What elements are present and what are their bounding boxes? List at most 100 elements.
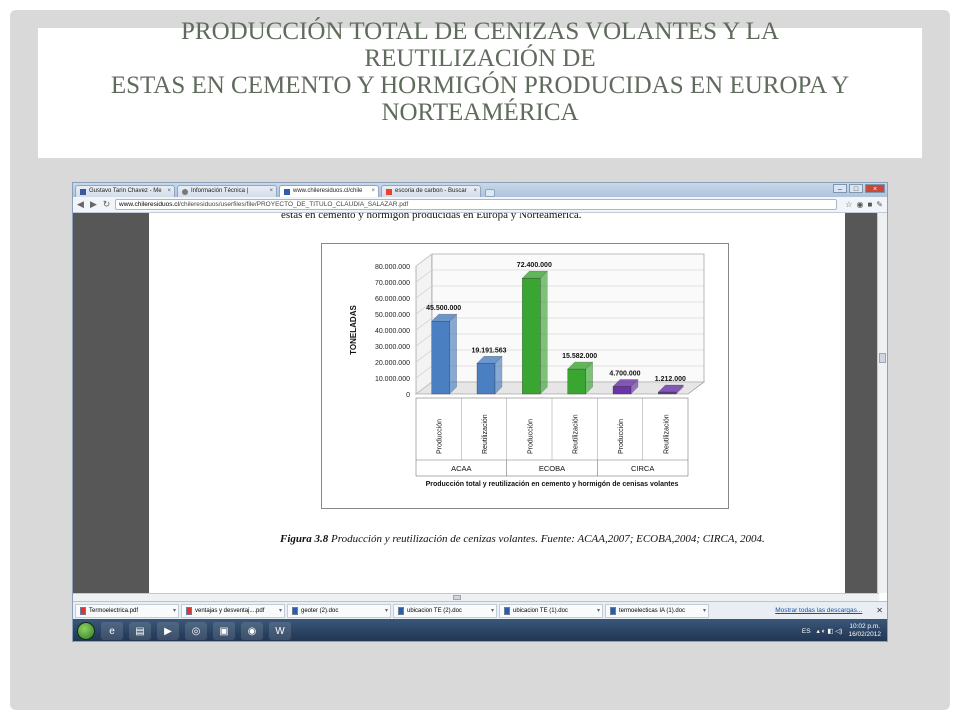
download-item[interactable]: ubicacion TE (2).doc ▾ — [393, 603, 497, 618]
group-label: CIRCA — [631, 464, 654, 473]
caption-label: Figura 3.8 — [280, 533, 329, 545]
tray-icons[interactable]: ▴ ◐ ◧ ◁) — [817, 627, 843, 635]
data-label: 1.212.000 — [655, 376, 686, 383]
browser-tab[interactable]: Gustavo Tarin Chavez - Me × — [75, 185, 175, 197]
browser-tab[interactable]: escoria de carbon - Buscar × — [381, 185, 481, 197]
y-tick-label: 40.000.000 — [375, 328, 410, 335]
vertical-scrollbar[interactable] — [877, 213, 887, 593]
close-tab-icon[interactable]: × — [167, 186, 171, 197]
chevron-down-icon[interactable]: ▾ — [385, 605, 388, 617]
minimize-icon[interactable]: – — [833, 184, 847, 193]
title-line-2: REUTILIZACIÓN DE — [364, 45, 596, 72]
y-tick-label: 0 — [406, 392, 410, 399]
chevron-down-icon[interactable]: ▾ — [173, 605, 176, 617]
downloads-bar: Termoelectrica.pdf ▾ ventajas y desventaj… — [73, 601, 887, 619]
word-doc-icon — [292, 606, 298, 615]
language-indicator[interactable]: ES — [802, 628, 811, 635]
word-icon[interactable]: W — [269, 622, 291, 640]
clock-time: 10:02 p.m. — [849, 623, 881, 630]
bar — [431, 321, 450, 395]
pdf-viewport[interactable]: estas en cemento y hormigón producidas e… — [73, 213, 879, 593]
title-line-4: NORTEAMÉRICA — [381, 99, 579, 126]
y-tick-label: 30.000.000 — [375, 344, 410, 351]
wrench-icon[interactable]: ✎ — [876, 200, 883, 209]
category-label: Producción — [618, 419, 625, 454]
close-tab-icon[interactable]: × — [473, 186, 477, 197]
star-icon[interactable]: ☆ — [845, 200, 852, 209]
download-item[interactable]: ubicacion TE (1).doc ▾ — [499, 603, 603, 618]
word-doc-icon — [504, 606, 510, 615]
address-bar[interactable]: www.chileresiduos.cl/chileresiduos/userf… — [115, 199, 837, 210]
start-button[interactable] — [77, 622, 95, 640]
page-icon — [284, 188, 290, 195]
bar-side — [449, 313, 457, 395]
back-icon[interactable]: ◀ — [76, 199, 85, 210]
page-top-text: estas en cemento y hormigón producidas e… — [281, 213, 582, 221]
bar — [522, 278, 541, 395]
clock-date: 16/02/2012 — [848, 631, 881, 638]
download-item[interactable]: ventajas y desventaj....pdf ▾ — [181, 603, 285, 618]
data-label: 15.582.000 — [562, 353, 597, 360]
forward-icon[interactable]: ▶ — [89, 199, 98, 210]
scrollbar-thumb[interactable] — [879, 353, 886, 363]
new-tab-button[interactable] — [485, 189, 495, 197]
close-tab-icon[interactable]: × — [371, 186, 375, 197]
app-icon[interactable]: ◎ — [185, 622, 207, 640]
download-item[interactable]: Termoelectrica.pdf ▾ — [75, 603, 179, 618]
browser-tab[interactable]: Información Técnica | × — [177, 185, 277, 197]
group-label: ECOBA — [539, 464, 565, 473]
chevron-down-icon[interactable]: ▾ — [703, 605, 706, 617]
show-all-downloads-link[interactable]: Mostrar todas las descargas... — [775, 607, 862, 614]
media-player-icon[interactable]: ▶ — [157, 622, 179, 640]
y-tick-label: 50.000.000 — [375, 312, 410, 319]
tab-bar: Gustavo Tarin Chavez - Me × Información T… — [73, 183, 887, 197]
close-tab-icon[interactable]: × — [269, 186, 273, 197]
browser-tab-active[interactable]: www.chileresiduos.cl/chile × — [279, 185, 379, 197]
eye-icon[interactable]: ◉ — [856, 200, 863, 209]
windows-taskbar: e ▤ ▶ ◎ ▣ ◉ W ES ▴ ◐ ◧ ◁) 10:02 p.m. 16/… — [73, 619, 887, 641]
slide-title: PRODUCCIÓN TOTAL DE CENIZAS VOLANTES Y L… — [38, 18, 922, 126]
folder-icon[interactable]: ▤ — [129, 622, 151, 640]
slide-title-box: PRODUCCIÓN TOTAL DE CENIZAS VOLANTES Y L… — [38, 18, 922, 158]
bar — [567, 368, 586, 395]
chevron-down-icon[interactable]: ▾ — [491, 605, 494, 617]
category-label: Producción — [437, 419, 444, 454]
data-label: 19.191.563 — [471, 347, 506, 354]
maximize-icon[interactable]: □ — [849, 184, 863, 193]
word-doc-icon — [398, 606, 404, 615]
y-tick-label: 80.000.000 — [375, 264, 410, 271]
title-line-3: ESTAS EN CEMENTO Y HORMIGÓN PRODUCIDAS E… — [110, 72, 850, 99]
scrollbar-thumb[interactable] — [453, 595, 461, 600]
caption-text: Producción y reutilización de cenizas vo… — [328, 533, 765, 545]
y-axis-title: TONELADAS — [349, 305, 358, 355]
data-label: 72.400.000 — [517, 262, 552, 269]
y-tick-label: 60.000.000 — [375, 296, 410, 303]
internet-explorer-icon[interactable]: e — [101, 622, 123, 640]
facebook-icon — [80, 188, 86, 195]
category-label: Reutilización — [663, 414, 670, 454]
app-icon[interactable]: ▣ — [213, 622, 235, 640]
pdf-icon — [186, 606, 192, 615]
bar — [476, 363, 496, 395]
chevron-down-icon[interactable]: ▾ — [597, 605, 600, 617]
chevron-down-icon[interactable]: ▾ — [279, 605, 282, 617]
pdf-icon — [80, 606, 86, 615]
download-item[interactable]: geoter (2).doc ▾ — [287, 603, 391, 618]
window-controls: – □ × — [833, 184, 885, 193]
download-item[interactable]: termoelecticas IA (1).doc ▾ — [605, 603, 709, 618]
close-icon[interactable]: ✕ — [876, 606, 883, 615]
google-icon — [386, 188, 392, 195]
toolbar-icons: ☆ ◉ ■ ✎ — [845, 200, 883, 209]
horizontal-scrollbar[interactable] — [73, 593, 879, 601]
y-tick-label: 10.000.000 — [375, 376, 410, 383]
figure-caption: Figura 3.8 Producción y reutilización de… — [280, 529, 780, 549]
clock[interactable]: 10:02 p.m. 16/02/2012 — [848, 623, 881, 639]
title-line-1: PRODUCCIÓN TOTAL DE CENIZAS VOLANTES Y L… — [181, 18, 779, 45]
chrome-icon[interactable]: ◉ — [241, 622, 263, 640]
x-axis-title: Producción total y reutilización en ceme… — [426, 481, 679, 488]
pdf-page: estas en cemento y hormigón producidas e… — [149, 213, 845, 593]
extension-icon[interactable]: ■ — [867, 200, 872, 209]
reload-icon[interactable]: ↻ — [102, 199, 111, 210]
browser-screenshot: Gustavo Tarin Chavez - Me × Información T… — [72, 182, 888, 642]
close-window-icon[interactable]: × — [865, 184, 885, 193]
